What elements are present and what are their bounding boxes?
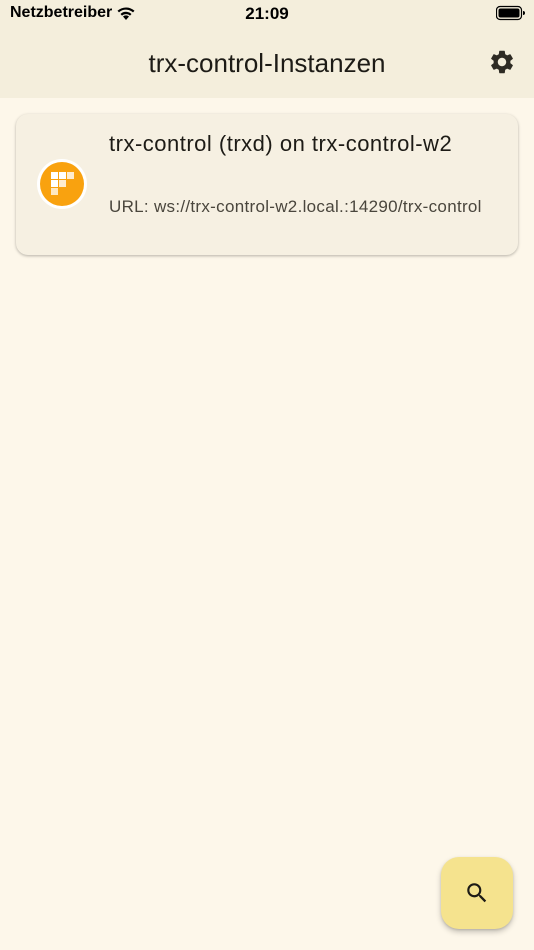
search-button[interactable] <box>441 857 513 929</box>
instance-url: URL: ws://trx-control-w2.local.:14290/tr… <box>109 197 482 216</box>
avatar <box>37 159 87 209</box>
settings-button[interactable] <box>486 46 518 78</box>
search-icon <box>467 883 487 903</box>
status-time: 21:09 <box>245 4 289 23</box>
app-logo-icon <box>40 162 84 206</box>
app-bar: trx-control-Instanzen <box>0 30 534 98</box>
battery-icon <box>496 5 525 21</box>
gear-icon <box>491 50 513 74</box>
page-title: trx-control-Instanzen <box>148 48 386 78</box>
instance-list-item[interactable]: trx-control (trxd) on trx-control-w2 URL… <box>16 114 518 255</box>
status-bar: Netzbetreiber 21:09 <box>0 0 534 30</box>
instance-title: trx-control (trxd) on trx-control-w2 <box>109 131 453 156</box>
